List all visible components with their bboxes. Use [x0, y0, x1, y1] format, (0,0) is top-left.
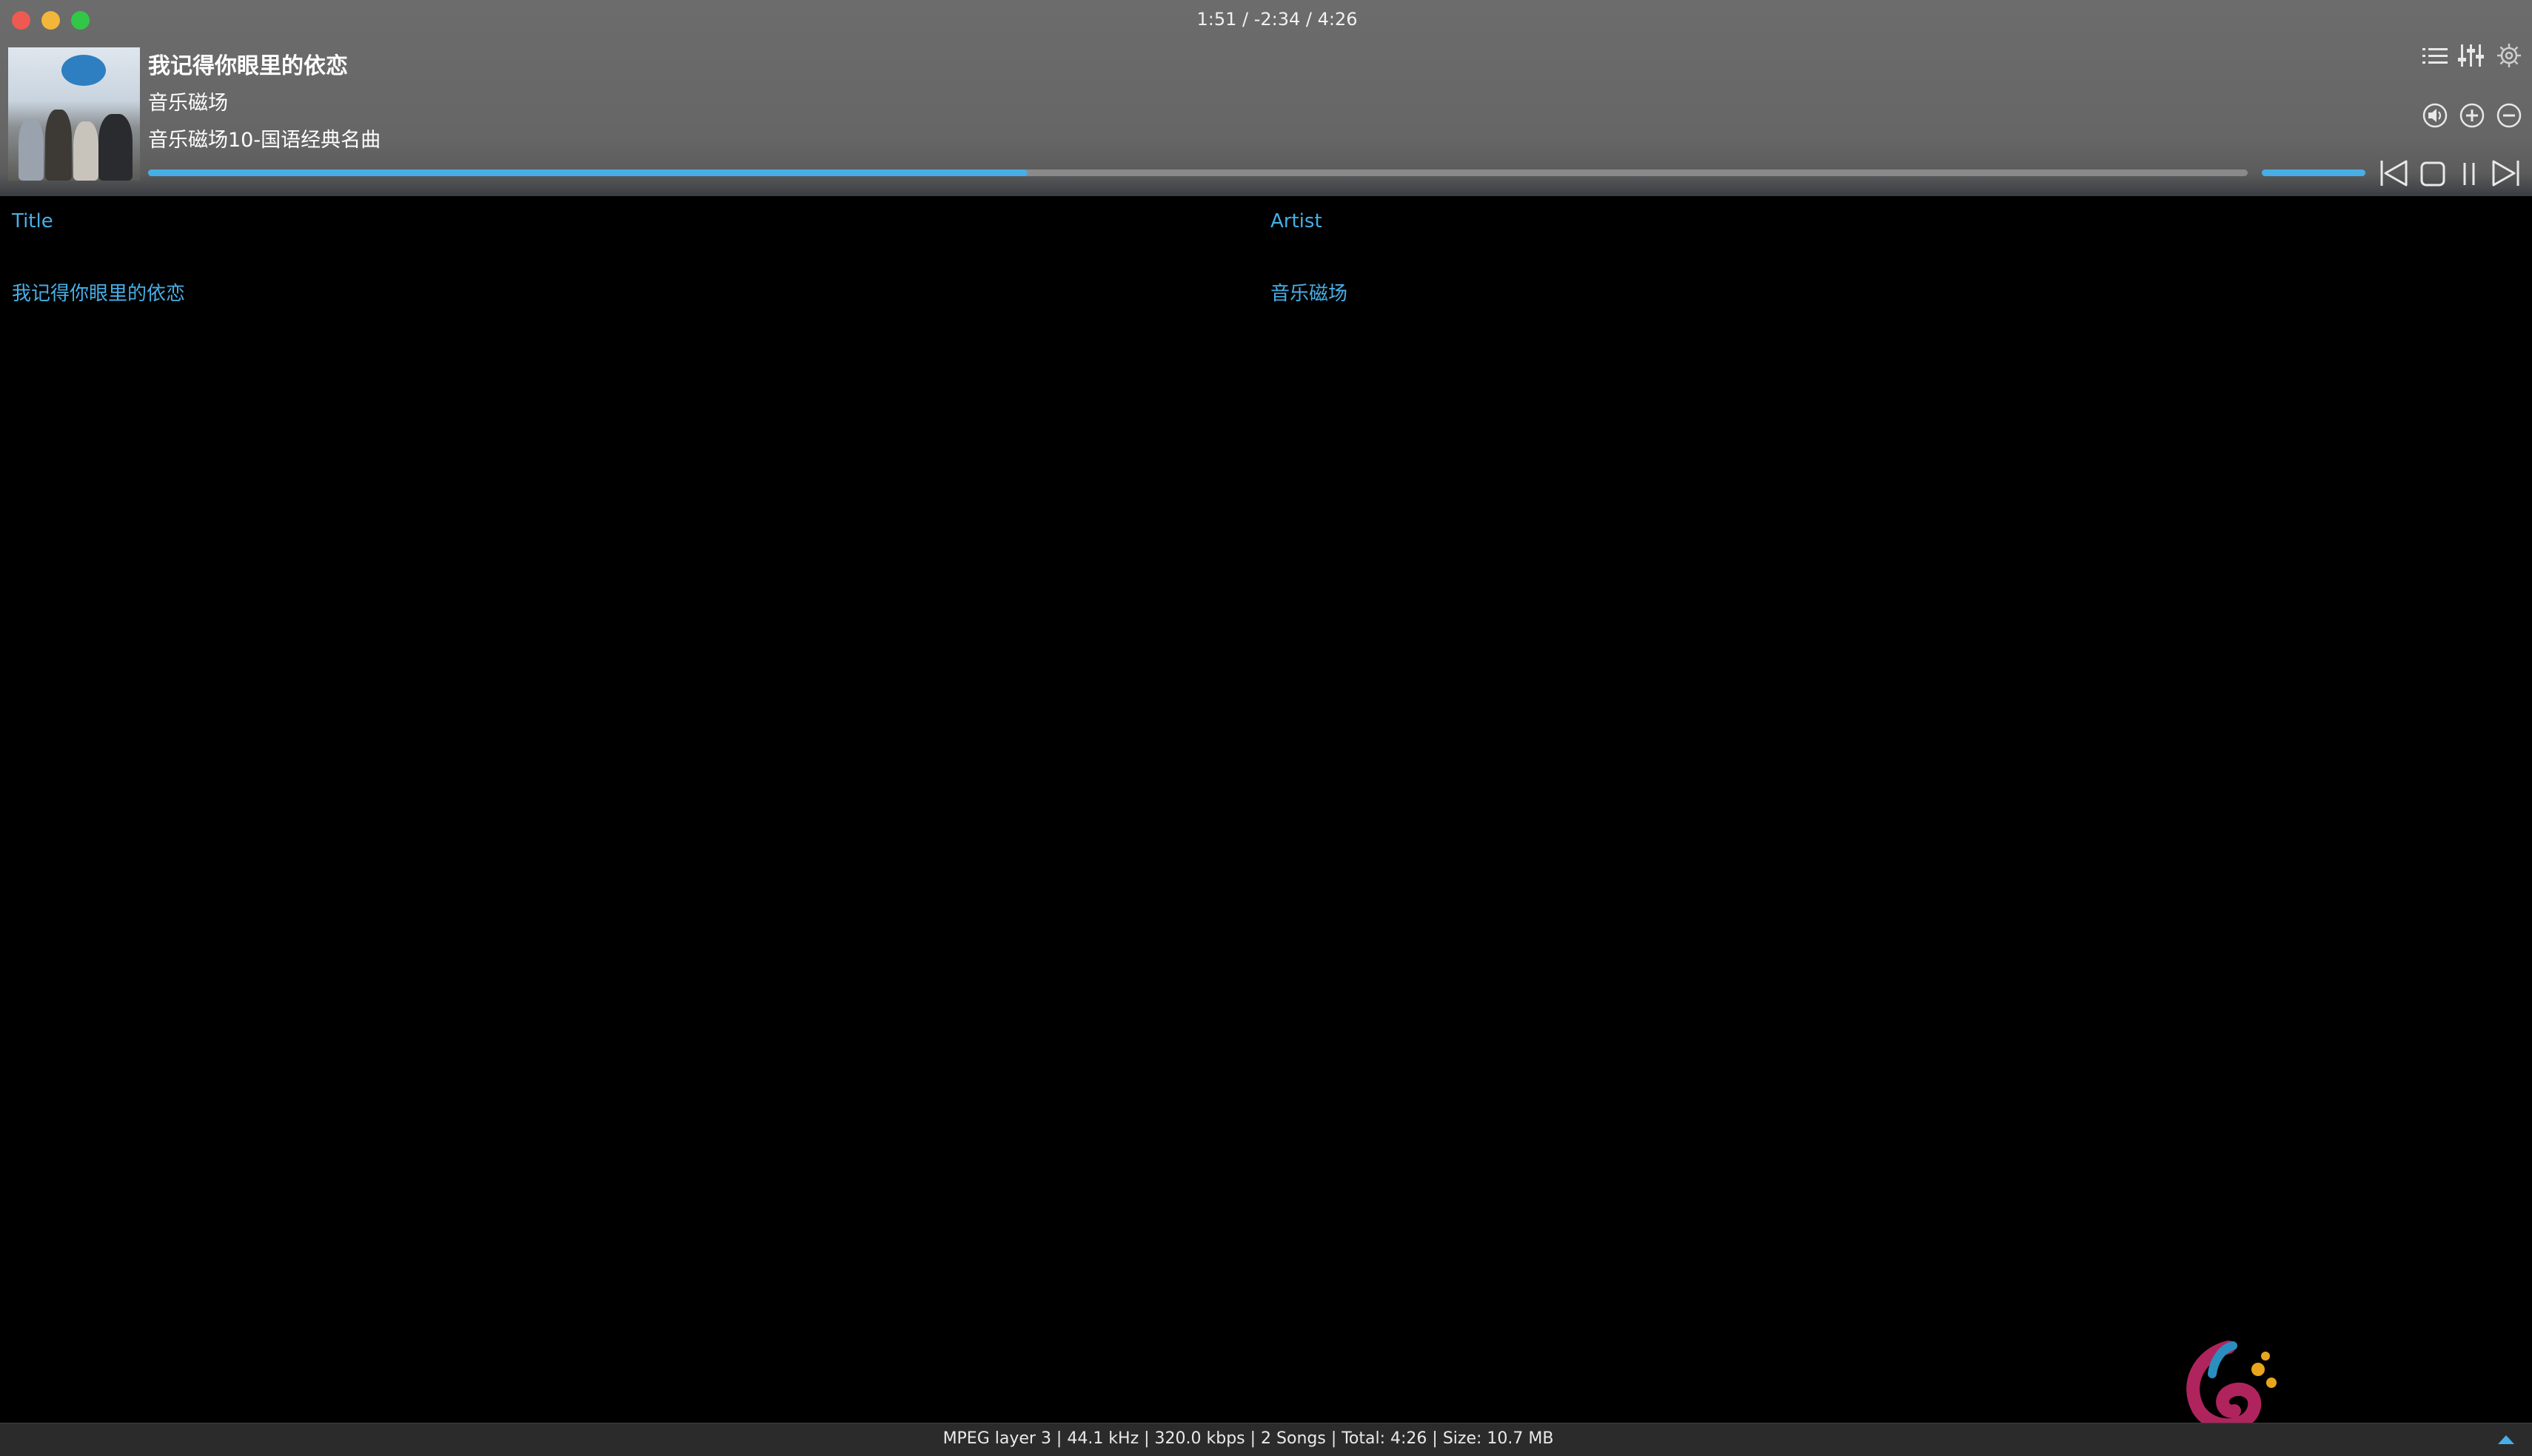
track-title: 我记得你眼里的依恋 — [148, 53, 348, 79]
pause-icon[interactable] — [2458, 161, 2480, 187]
status-info: MPEG layer 3 | 44.1 kHz | 320.0 kbps | 2… — [942, 1429, 1554, 1448]
track-artist: 音乐磁场 — [148, 92, 228, 115]
volume-slider[interactable] — [2262, 170, 2365, 176]
next-icon[interactable] — [2491, 159, 2520, 187]
artwork-logo — [61, 55, 106, 86]
previous-icon[interactable] — [2379, 159, 2409, 187]
volume-slider-fill — [2262, 170, 2365, 176]
artwork-figure — [98, 114, 133, 181]
artwork-figure — [19, 118, 44, 181]
artwork-figure — [45, 110, 72, 181]
now-playing-header: 1:51 / -2:34 / 4:26 我记得你眼里的依恋 音乐磁场 音乐磁场1… — [0, 0, 2532, 196]
player-window: 1:51 / -2:34 / 4:26 我记得你眼里的依恋 音乐磁场 音乐磁场1… — [0, 0, 2532, 1456]
settings-icon[interactable] — [2496, 43, 2522, 68]
window-title-time: 1:51 / -2:34 / 4:26 — [1196, 9, 1358, 30]
chevron-up-icon[interactable] — [2496, 1432, 2516, 1446]
track-album: 音乐磁场10-国语经典名曲 — [148, 129, 381, 152]
row-artist: 音乐磁场 — [1270, 283, 1348, 305]
playlist-icon[interactable] — [2422, 46, 2448, 67]
album-artwork — [8, 47, 140, 181]
stop-icon[interactable] — [2419, 161, 2446, 187]
row-title: 我记得你眼里的依恋 — [12, 283, 186, 305]
volume-down-icon[interactable] — [2496, 103, 2522, 128]
column-header-title[interactable]: Title — [12, 210, 53, 232]
artwork-figure — [73, 121, 98, 181]
speaker-icon[interactable] — [2422, 103, 2448, 128]
seek-bar-fill — [148, 170, 1028, 176]
seek-bar[interactable] — [148, 170, 2248, 176]
status-bar: MPEG layer 3 | 44.1 kHz | 320.0 kbps | 2… — [0, 1423, 2532, 1456]
volume-up-icon[interactable] — [2459, 103, 2485, 128]
column-header-artist[interactable]: Artist — [1270, 210, 1322, 232]
equalizer-icon[interactable] — [2458, 43, 2485, 68]
